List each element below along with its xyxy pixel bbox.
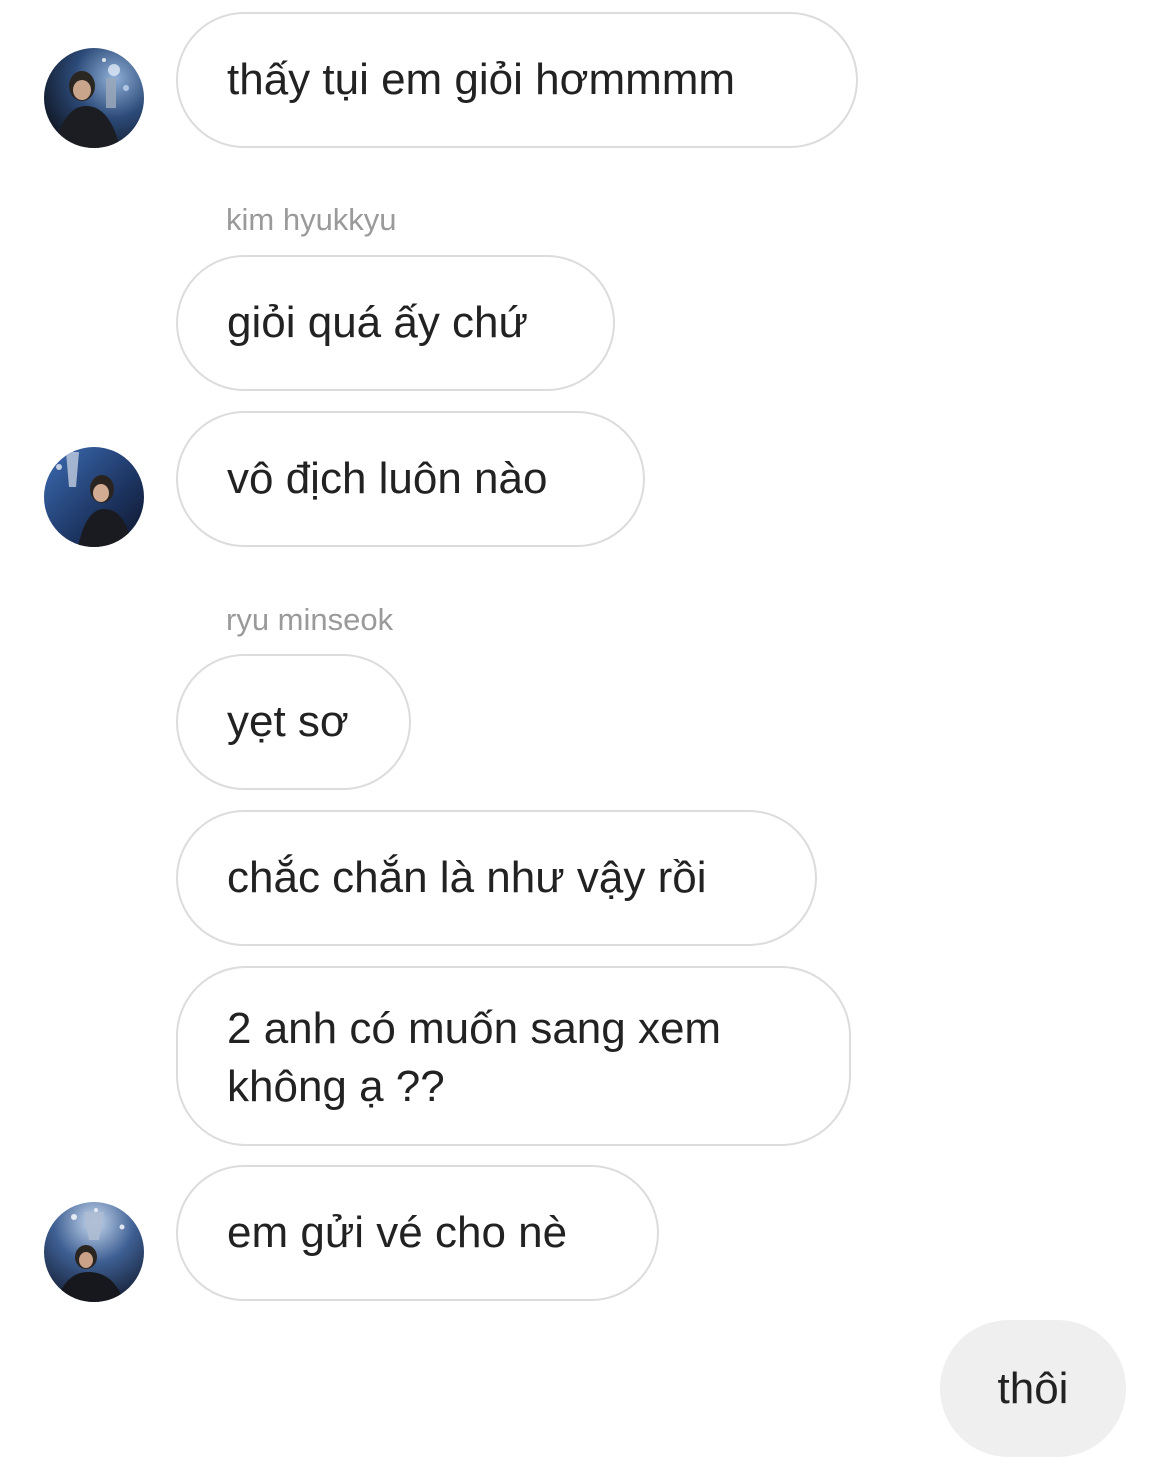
message-text: thấy tụi em giỏi hơmmmm: [227, 55, 736, 104]
sender-avatar[interactable]: [44, 48, 144, 148]
message-text: giỏi quá ấy chứ: [227, 298, 528, 347]
message-bubble[interactable]: vô địch luôn nào: [176, 411, 645, 547]
my-message-bubble[interactable]: thôi: [940, 1320, 1126, 1457]
message-bubble[interactable]: em gửi vé cho nè: [176, 1165, 659, 1301]
message-bubble[interactable]: chắc chắn là như vậy rồi: [176, 810, 817, 946]
message-text: 2 anh có muốn sang xem không ạ ??: [227, 1004, 722, 1111]
message-text: yẹt sơ: [227, 697, 349, 746]
message-bubble[interactable]: thấy tụi em giỏi hơmmmm: [176, 12, 858, 148]
message-bubble[interactable]: yẹt sơ: [176, 654, 411, 790]
sender-name: kim hyukkyu: [226, 202, 397, 237]
message-text: vô địch luôn nào: [227, 454, 548, 503]
profile-photo-icon: [44, 447, 144, 547]
message-text: chắc chắn là như vậy rồi: [227, 853, 707, 902]
message-bubble[interactable]: 2 anh có muốn sang xem không ạ ??: [176, 966, 851, 1146]
message-text: em gửi vé cho nè: [227, 1208, 568, 1257]
message-text: thôi: [997, 1363, 1069, 1413]
sender-avatar[interactable]: [44, 447, 144, 547]
profile-photo-icon: [44, 48, 144, 148]
sender-avatar[interactable]: [44, 1202, 144, 1302]
sender-name: ryu minseok: [226, 602, 394, 637]
message-bubble[interactable]: giỏi quá ấy chứ: [176, 255, 615, 391]
profile-photo-icon: [44, 1202, 144, 1302]
